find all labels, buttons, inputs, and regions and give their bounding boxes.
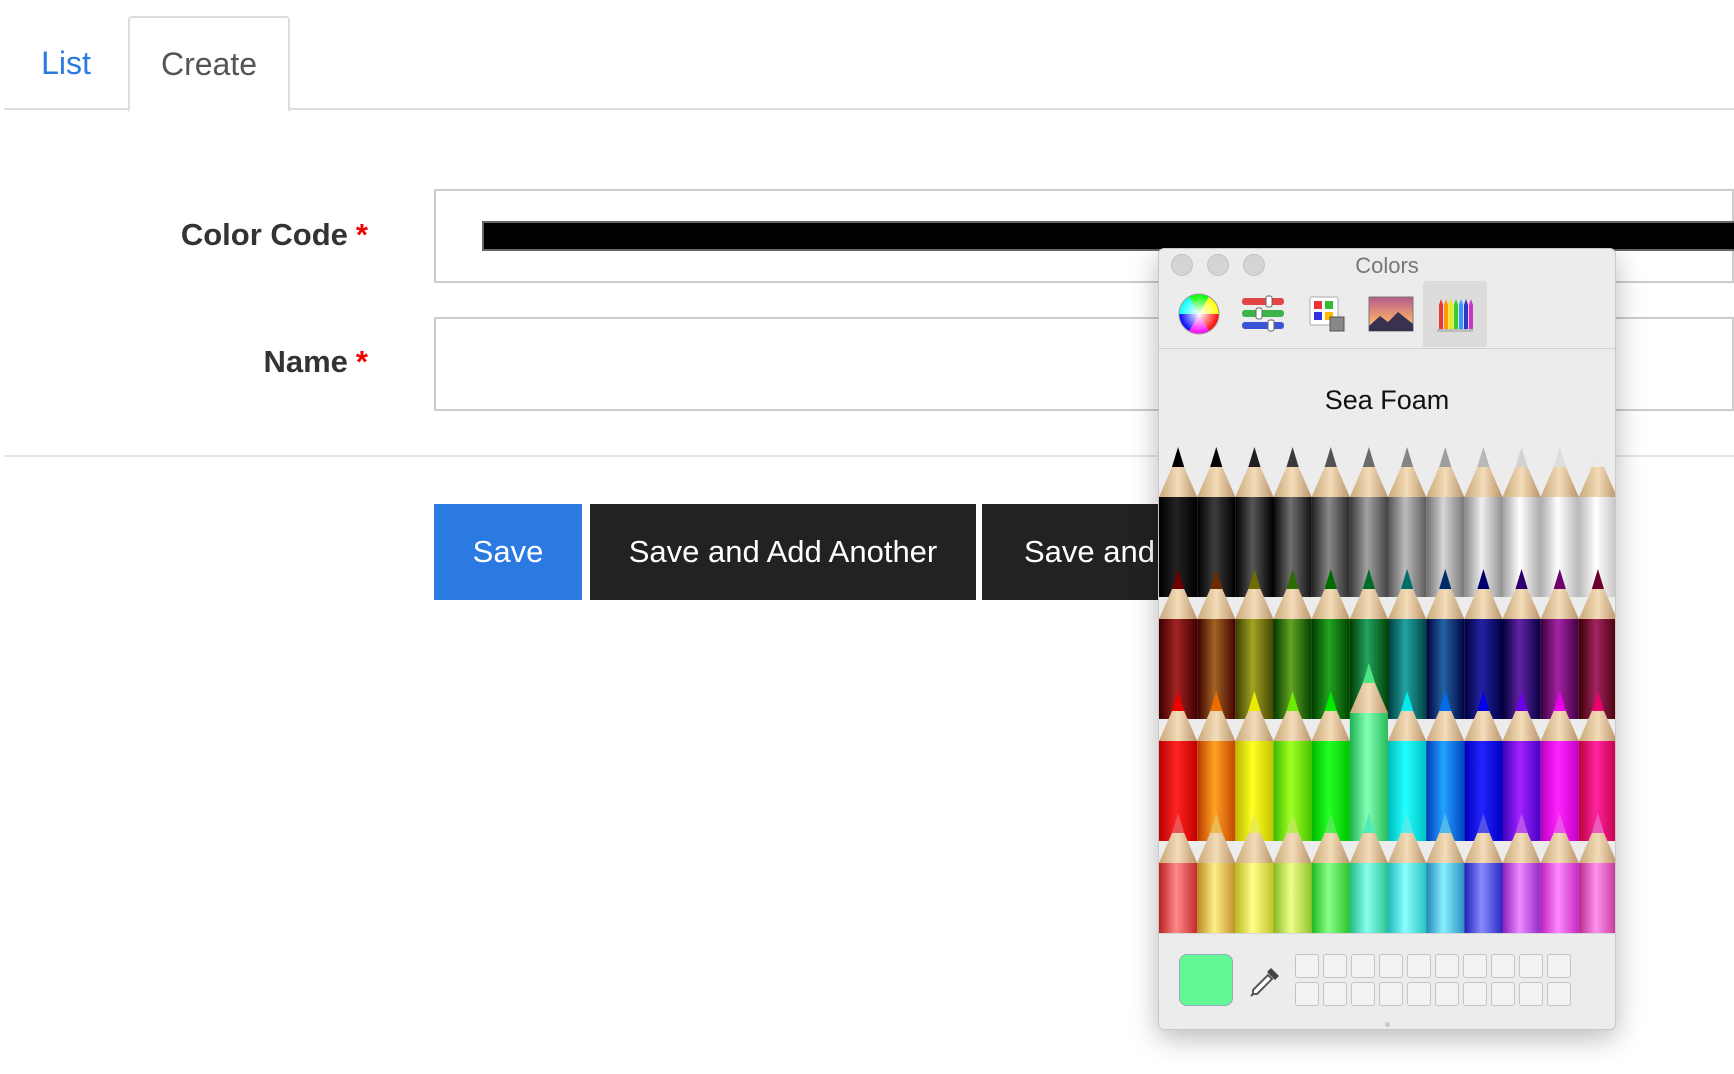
- pencils-tab[interactable]: [1423, 281, 1487, 347]
- custom-swatch-cell[interactable]: [1435, 982, 1459, 1006]
- tab-create[interactable]: Create: [128, 16, 290, 112]
- colors-panel: Colors Sea Foam: [1158, 248, 1616, 1030]
- color-code-label-text: Color Code: [180, 217, 348, 252]
- color-code-label: Color Code *: [181, 217, 368, 253]
- custom-swatch-cell[interactable]: [1323, 982, 1347, 1006]
- image-palettes-tab[interactable]: [1359, 281, 1423, 347]
- panel-title: Colors: [1355, 253, 1419, 278]
- color-code-input[interactable]: [482, 221, 1734, 251]
- color-wheel-tab[interactable]: [1167, 281, 1231, 347]
- custom-swatch-cell[interactable]: [1407, 982, 1431, 1006]
- custom-swatch-cell[interactable]: [1519, 982, 1543, 1006]
- color-sliders-tab[interactable]: [1231, 281, 1295, 347]
- custom-swatch-cell[interactable]: [1379, 954, 1403, 978]
- custom-swatch-cell[interactable]: [1491, 954, 1515, 978]
- palettes-icon: [1309, 296, 1345, 332]
- color-palettes-tab[interactable]: [1295, 281, 1359, 347]
- pencil-grid[interactable]: [1159, 445, 1616, 933]
- custom-swatch-cell[interactable]: [1295, 954, 1319, 978]
- required-marker: *: [355, 344, 368, 379]
- custom-swatch-cell[interactable]: [1463, 954, 1487, 978]
- custom-swatch-cell[interactable]: [1435, 954, 1459, 978]
- tab-list[interactable]: List: [4, 16, 128, 110]
- required-marker: *: [355, 217, 368, 252]
- custom-swatch-cell[interactable]: [1295, 982, 1319, 1006]
- save-button[interactable]: Save: [434, 504, 582, 600]
- custom-swatch-grid: [1295, 954, 1571, 1006]
- custom-swatch-cell[interactable]: [1407, 954, 1431, 978]
- name-label-text: Name: [263, 344, 348, 379]
- custom-swatch-cell[interactable]: [1351, 982, 1375, 1006]
- custom-swatch-cell[interactable]: [1491, 982, 1515, 1006]
- current-color-swatch[interactable]: [1179, 954, 1233, 1006]
- eyedropper-icon[interactable]: [1245, 962, 1285, 1002]
- tab-bar: List Create: [4, 0, 1734, 112]
- image-palette-icon: [1368, 296, 1414, 332]
- save-and-add-another-button[interactable]: Save and Add Another: [590, 504, 976, 600]
- custom-swatch-cell[interactable]: [1519, 954, 1543, 978]
- custom-swatch-cell[interactable]: [1351, 954, 1375, 978]
- panel-toolbar: [1159, 281, 1615, 349]
- custom-swatch-cell[interactable]: [1547, 982, 1571, 1006]
- pencils-icon: [1437, 299, 1473, 332]
- selected-color-name: Sea Foam: [1324, 385, 1450, 415]
- custom-swatch-cell[interactable]: [1323, 954, 1347, 978]
- custom-swatch-cell[interactable]: [1463, 982, 1487, 1006]
- resize-handle[interactable]: [1385, 1022, 1390, 1027]
- name-label: Name *: [263, 344, 368, 380]
- sliders-icon: [1242, 295, 1284, 332]
- color-wheel-icon: [1178, 293, 1220, 335]
- custom-swatch-cell[interactable]: [1379, 982, 1403, 1006]
- panel-titlebar: Colors: [1159, 249, 1615, 279]
- custom-swatch-cell[interactable]: [1547, 954, 1571, 978]
- panel-bottom-bar: [1159, 933, 1615, 1029]
